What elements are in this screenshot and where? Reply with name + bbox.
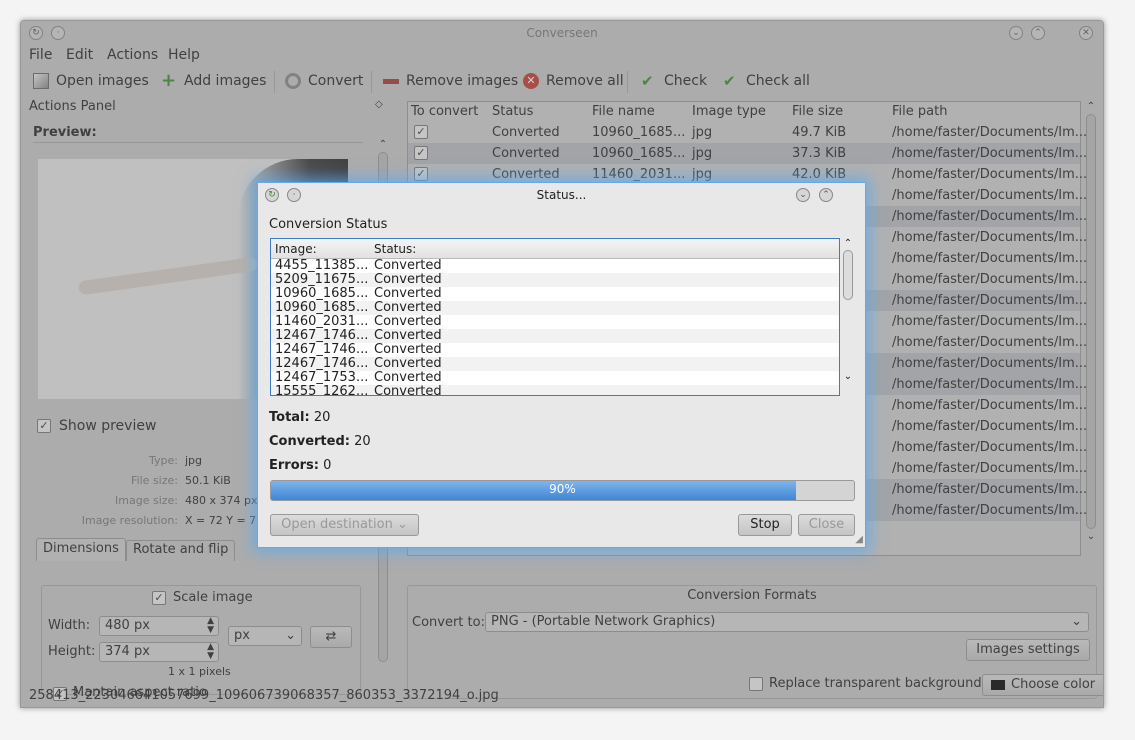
list-item[interactable]: 10960_1685... Converted bbox=[271, 287, 839, 301]
progress-text: 90% bbox=[549, 482, 576, 496]
stop-button[interactable]: Stop bbox=[738, 514, 792, 536]
dialog-title-bar: ↻ · Status... ⌄ ⌃ bbox=[258, 183, 865, 207]
status-list-header: Image: Status: bbox=[271, 239, 839, 259]
converted-stat: Converted: 20 bbox=[269, 434, 371, 449]
errors-stat: Errors: 0 bbox=[269, 458, 332, 473]
open-destination-button[interactable]: Open destination ⌄ bbox=[270, 514, 419, 536]
resize-grip-icon[interactable]: ◢ bbox=[855, 534, 863, 545]
dialog-title: Status... bbox=[536, 188, 587, 202]
col-header-image[interactable]: Image: bbox=[275, 239, 317, 259]
status-dialog: ↻ · Status... ⌄ ⌃ Conversion Status Imag… bbox=[257, 182, 866, 548]
close-button[interactable]: Close bbox=[798, 514, 855, 536]
conversion-progress-bar: 90% bbox=[270, 480, 855, 501]
status-list-scrollbar[interactable]: ⌃ ⌄ bbox=[842, 238, 854, 396]
list-item[interactable]: 4455_11385... Converted bbox=[271, 259, 839, 273]
conversion-status-heading: Conversion Status bbox=[269, 217, 388, 232]
list-item[interactable]: 12467_1746... Converted bbox=[271, 329, 839, 343]
status-list: Image: Status: 4455_11385... Converted 52… bbox=[270, 238, 840, 396]
col-header-status[interactable]: Status: bbox=[374, 239, 416, 259]
list-item[interactable]: 12467_1746... Converted bbox=[271, 357, 839, 371]
list-item[interactable]: 11460_2031... Converted bbox=[271, 315, 839, 329]
dialog-maximize-icon[interactable]: ⌃ bbox=[819, 188, 833, 202]
chevron-down-icon: ⌄ bbox=[396, 517, 408, 532]
list-item[interactable]: 10960_1685... Converted bbox=[271, 301, 839, 315]
list-item[interactable]: 12467_1753... Converted bbox=[271, 371, 839, 385]
dialog-minimize-icon[interactable]: ⌄ bbox=[796, 188, 810, 202]
list-item[interactable]: 5209_11675... Converted bbox=[271, 273, 839, 287]
list-item[interactable]: 15555_1262... Converted bbox=[271, 385, 839, 395]
list-item[interactable]: 12467_1746... Converted bbox=[271, 343, 839, 357]
total-stat: Total: 20 bbox=[269, 410, 331, 425]
